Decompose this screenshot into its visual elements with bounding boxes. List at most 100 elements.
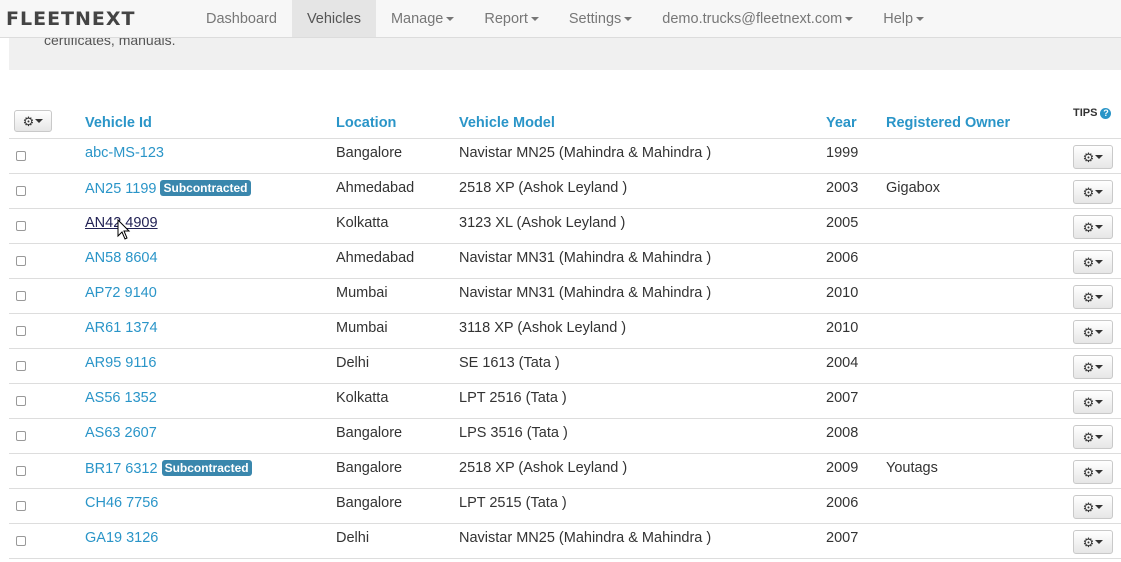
vehicle-model-cell: 3118 XP (Ashok Leyland )	[459, 320, 627, 336]
row-actions-button[interactable]: ⚙	[1073, 355, 1113, 379]
gear-icon: ⚙	[1082, 394, 1095, 410]
gear-icon: ⚙	[1082, 429, 1095, 445]
header-vehicle-model[interactable]: Vehicle Model	[459, 115, 555, 131]
location-cell: Delhi	[336, 355, 370, 371]
row-checkbox[interactable]	[16, 361, 26, 371]
subcontracted-badge: Subcontracted	[161, 460, 252, 476]
question-circle-icon: ?	[1100, 107, 1112, 119]
nav-item-manage[interactable]: Manage	[376, 0, 469, 37]
nav-item-demo-trucks-fleetnext-com[interactable]: demo.trucks@fleetnext.com	[647, 0, 868, 37]
vehicle-id-link[interactable]: AS63 2607	[85, 425, 157, 441]
row-actions-button[interactable]: ⚙	[1073, 285, 1113, 309]
row-checkbox[interactable]	[16, 466, 26, 476]
row-actions-button[interactable]: ⚙	[1073, 390, 1113, 414]
row-checkbox[interactable]	[16, 501, 26, 511]
header-registered-owner[interactable]: Registered Owner	[886, 115, 1010, 131]
bulk-actions-button[interactable]: ⚙	[14, 110, 52, 132]
header-year[interactable]: Year	[826, 115, 857, 131]
nav-item-label: Dashboard	[206, 10, 277, 27]
row-checkbox[interactable]	[16, 151, 26, 161]
row-checkbox[interactable]	[16, 396, 26, 406]
row-checkbox[interactable]	[16, 186, 26, 196]
year-cell: 1999	[826, 145, 859, 161]
vehicle-id-link[interactable]: AP72 9140	[85, 285, 157, 301]
vehicle-id-link[interactable]: AN58 8604	[85, 250, 158, 266]
table-row: CH46 7756 Bangalore LPT 2515 (Tata ) 2006 ⚙	[9, 489, 1121, 524]
tips-link[interactable]: TIPS?	[1073, 107, 1112, 119]
gear-icon: ⚙	[1082, 219, 1095, 235]
caret-down-icon	[446, 16, 455, 21]
year-cell: 2010	[826, 320, 859, 336]
nav-item-help[interactable]: Help	[868, 0, 939, 37]
vehicle-model-cell: Navistar MN25 (Mahindra & Mahindra )	[459, 530, 712, 546]
row-checkbox[interactable]	[16, 326, 26, 336]
gear-icon: ⚙	[1082, 289, 1095, 305]
caret-down-icon	[1095, 540, 1104, 544]
table-row: GA19 3126 Delhi Navistar MN25 (Mahindra & …	[9, 524, 1121, 559]
vehicle-model-cell: 2518 XP (Ashok Leyland )	[459, 180, 628, 196]
year-cell: 2009	[826, 460, 859, 476]
header-vehicle-id[interactable]: Vehicle Id	[85, 115, 152, 131]
caret-down-icon	[845, 16, 854, 21]
caret-down-icon	[35, 119, 44, 123]
vehicle-id-cell: CH46 7756	[85, 495, 158, 511]
vehicle-model-cell: SE 1613 (Tata )	[459, 355, 560, 371]
row-actions-button[interactable]: ⚙	[1073, 425, 1113, 449]
row-checkbox[interactable]	[16, 431, 26, 441]
row-actions-button[interactable]: ⚙	[1073, 320, 1113, 344]
row-actions-button[interactable]: ⚙	[1073, 495, 1113, 519]
vehicle-model-cell: Navistar MN31 (Mahindra & Mahindra )	[459, 250, 712, 266]
vehicle-id-link[interactable]: CH46 7756	[85, 495, 158, 511]
vehicle-model-cell: 3123 XL (Ashok Leyland )	[459, 215, 626, 231]
location-cell: Kolkatta	[336, 215, 389, 231]
nav-item-settings[interactable]: Settings	[554, 0, 647, 37]
info-text: certificates, manuals.	[44, 37, 176, 48]
subcontracted-badge: Subcontracted	[160, 180, 251, 196]
table-row: AS56 1352 Kolkatta LPT 2516 (Tata ) 2007 ⚙	[9, 384, 1121, 419]
location-cell: Mumbai	[336, 320, 388, 336]
row-actions-button[interactable]: ⚙	[1073, 530, 1113, 554]
vehicle-id-link[interactable]: AS56 1352	[85, 390, 157, 406]
row-actions-button[interactable]: ⚙	[1073, 180, 1113, 204]
year-cell: 2006	[826, 250, 859, 266]
vehicle-model-cell: Navistar MN31 (Mahindra & Mahindra )	[459, 285, 712, 301]
vehicle-id-cell: BR17 6312 Subcontracted	[85, 460, 252, 477]
vehicle-id-link[interactable]: AN25 1199	[85, 181, 156, 197]
vehicle-id-link[interactable]: BR17 6312	[85, 461, 158, 477]
row-checkbox[interactable]	[16, 256, 26, 266]
row-actions-button[interactable]: ⚙	[1073, 215, 1113, 239]
gear-icon: ⚙	[1082, 184, 1095, 200]
table-row: AR95 9116 Delhi SE 1613 (Tata ) 2004 ⚙	[9, 349, 1121, 384]
location-cell: Bangalore	[336, 145, 403, 161]
gear-icon: ⚙	[1082, 149, 1095, 165]
location-cell: Bangalore	[336, 425, 403, 441]
row-checkbox[interactable]	[16, 536, 26, 546]
caret-down-icon	[1095, 155, 1104, 159]
vehicle-id-link[interactable]: AR95 9116	[85, 355, 156, 371]
row-checkbox[interactable]	[16, 291, 26, 301]
nav-menu: Dashboard Vehicles Manage Report Settings dem…	[191, 0, 939, 37]
table-row: AP72 9140 Mumbai Navistar MN31 (Mahindra &…	[9, 279, 1121, 314]
nav-item-label: Vehicles	[306, 10, 361, 27]
vehicle-id-link[interactable]: abc-MS-123	[85, 145, 164, 161]
row-actions-button[interactable]: ⚙	[1073, 145, 1113, 169]
year-cell: 2006	[826, 495, 859, 511]
vehicle-id-link[interactable]: GA19 3126	[85, 530, 158, 546]
table-row: AN42 4909 Kolkatta 3123 XL (Ashok Leyland …	[9, 209, 1121, 244]
nav-item-report[interactable]: Report	[469, 0, 554, 37]
row-checkbox[interactable]	[16, 221, 26, 231]
row-actions-button[interactable]: ⚙	[1073, 460, 1113, 484]
caret-down-icon	[916, 16, 925, 21]
year-cell: 2003	[826, 180, 859, 196]
table-row: AS63 2607 Bangalore LPS 3516 (Tata ) 2008 ⚙	[9, 419, 1121, 454]
table-row: abc-MS-123 Bangalore Navistar MN25 (Mahind…	[9, 139, 1121, 174]
brand-logo[interactable]: FLEETNEXT	[0, 0, 191, 37]
table-row: AR61 1374 Mumbai 3118 XP (Ashok Leyland ) 2…	[9, 314, 1121, 349]
caret-down-icon	[1095, 260, 1104, 264]
caret-down-icon	[1095, 330, 1104, 334]
row-actions-button[interactable]: ⚙	[1073, 250, 1113, 274]
nav-item-dashboard[interactable]: Dashboard	[191, 0, 292, 37]
vehicle-id-link[interactable]: AR61 1374	[85, 320, 158, 336]
nav-item-vehicles[interactable]: Vehicles	[291, 0, 376, 37]
header-location[interactable]: Location	[336, 115, 396, 131]
